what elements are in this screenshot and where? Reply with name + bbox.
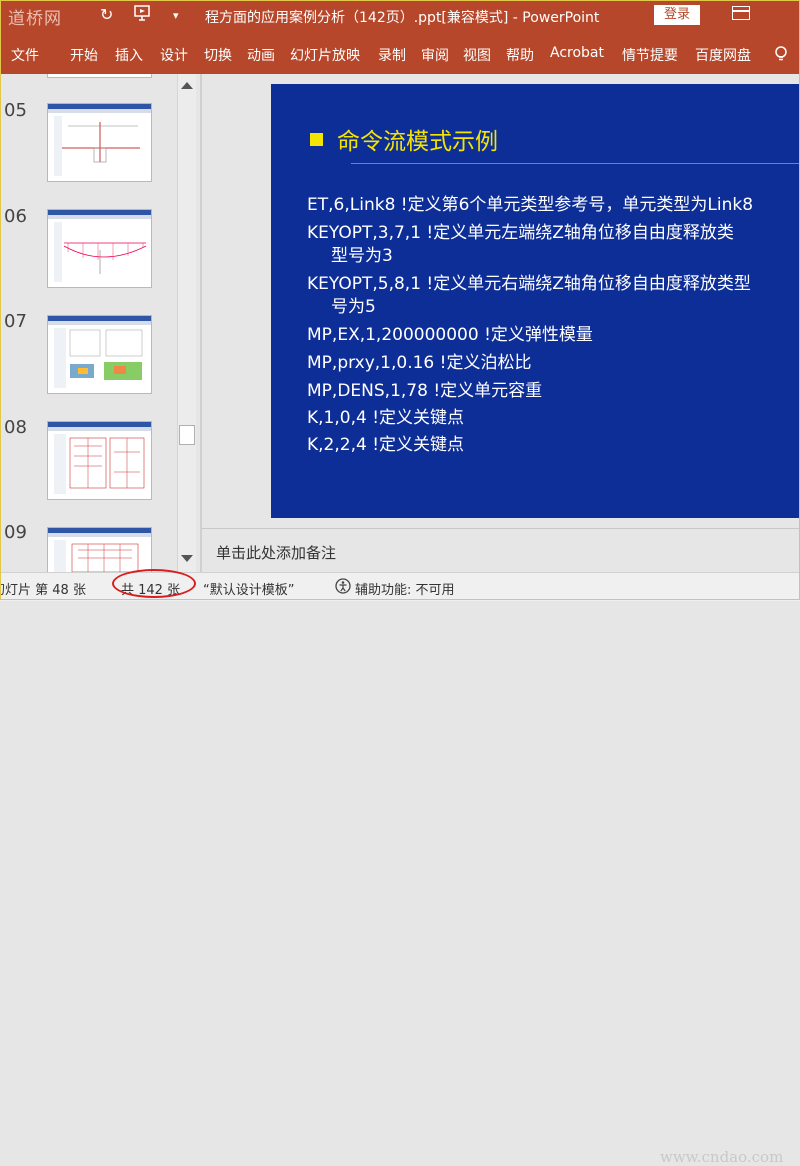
scrollbar-thumb[interactable] <box>179 425 195 445</box>
site-logo: 道桥网 <box>8 9 62 29</box>
bridge-model-image <box>54 222 147 282</box>
tab-storyboard[interactable]: 情节提要 <box>622 45 678 65</box>
slide-thumbnail[interactable] <box>47 103 152 182</box>
slide-number: 07 <box>4 311 27 332</box>
slide-title: 命令流模式示例 <box>337 129 498 155</box>
slide-text-line: K,2,2,4 !定义关键点 <box>307 435 465 455</box>
slide-thumbnail[interactable] <box>47 527 152 572</box>
tab-file[interactable]: 文件 <box>11 45 39 65</box>
highlight-ellipse <box>112 569 196 598</box>
panel-divider[interactable] <box>200 74 202 572</box>
accessibility-status[interactable]: 辅助功能: 不可用 <box>355 579 455 598</box>
ribbon-tabs: 文件 开始 插入 设计 切换 动画 幻灯片放映 录制 审阅 视图 帮助 Acro… <box>0 34 800 74</box>
notes-placeholder[interactable]: 单击此处添加备注 <box>216 542 336 563</box>
slide-counter: 幻灯片 第 48 张 <box>0 583 86 598</box>
tab-home[interactable]: 开始 <box>70 45 98 65</box>
slideshow-from-start-icon[interactable] <box>134 4 152 26</box>
scroll-down-arrow-icon[interactable] <box>181 555 193 562</box>
slide-number: 08 <box>4 417 27 438</box>
slide-thumbnail[interactable] <box>47 209 152 288</box>
tab-animations[interactable]: 动画 <box>247 45 275 65</box>
bridge-model-image <box>54 434 145 494</box>
notes-pane[interactable]: 单击此处添加备注 <box>202 528 800 573</box>
slide-text-line: K,1,0,4 !定义关键点 <box>307 408 465 428</box>
ribbon-display-options-icon[interactable] <box>732 6 750 20</box>
login-button[interactable]: 登录 <box>654 5 700 25</box>
tab-help[interactable]: 帮助 <box>506 45 534 65</box>
tab-insert[interactable]: 插入 <box>115 45 143 65</box>
thumbnail-scrollbar[interactable] <box>177 74 196 572</box>
tab-review[interactable]: 审阅 <box>421 45 449 65</box>
title-bar: 道桥网 ↻ ▾ 程方面的应用案例分析（142页）.ppt[兼容模式] - Pow… <box>0 0 800 34</box>
scroll-up-arrow-icon[interactable] <box>181 82 193 89</box>
watermark: www.cndao.com <box>660 1148 784 1166</box>
slide-number: 05 <box>4 100 27 121</box>
customize-toolbar-icon[interactable]: ▾ <box>173 9 179 22</box>
slide-thumbnail[interactable] <box>47 315 152 394</box>
bridge-model-image <box>54 328 143 388</box>
tab-slideshow[interactable]: 幻灯片放映 <box>290 45 360 65</box>
redo-icon[interactable]: ↻ <box>100 5 113 24</box>
bridge-model-image <box>54 116 140 176</box>
accessibility-icon[interactable] <box>334 577 352 599</box>
tab-record[interactable]: 录制 <box>378 45 406 65</box>
slide-thumbnail[interactable] <box>47 421 152 500</box>
tab-baidu-netdisk[interactable]: 百度网盘 <box>695 45 751 65</box>
partial-thumbnail[interactable] <box>47 74 152 78</box>
design-template: “默认设计模板” <box>203 583 295 598</box>
slide-text-line: MP,DENS,1,78 !定义单元容重 <box>307 381 543 401</box>
slide-number: 06 <box>4 206 27 227</box>
slide-text-line: 号为5 <box>331 297 376 317</box>
tab-view[interactable]: 视图 <box>463 45 491 65</box>
tab-transitions[interactable]: 切换 <box>204 45 232 65</box>
tab-design[interactable]: 设计 <box>160 45 188 65</box>
slide-thumbnail-panel: 05 06 07 08 09 <box>0 74 198 572</box>
window-title: 程方面的应用案例分析（142页）.ppt[兼容模式] - PowerPoint <box>205 10 600 26</box>
title-underline <box>351 163 800 164</box>
bridge-model-image <box>54 540 139 572</box>
slide-canvas[interactable]: 命令流模式示例 ET,6,Link8 !定义第6个单元类型参考号，单元类型为Li… <box>271 84 800 518</box>
slide-text-line: 型号为3 <box>331 246 393 266</box>
tell-me-lightbulb-icon[interactable] <box>774 46 788 62</box>
slide-text-line: MP,EX,1,200000000 !定义弹性模量 <box>307 325 593 345</box>
title-bullet-icon <box>310 133 323 146</box>
slide-text-line: MP,prxy,1,0.16 !定义泊松比 <box>307 353 532 373</box>
slide-number: 09 <box>4 522 27 543</box>
slide-text-line: KEYOPT,3,7,1 !定义单元左端绕Z轴角位移自由度释放类 <box>307 223 734 243</box>
slide-text-line: KEYOPT,5,8,1 !定义单元右端绕Z轴角位移自由度释放类型 <box>307 274 751 294</box>
tab-acrobat[interactable]: Acrobat <box>550 45 604 61</box>
slide-text-line: ET,6,Link8 !定义第6个单元类型参考号，单元类型为Link8 <box>307 195 754 215</box>
